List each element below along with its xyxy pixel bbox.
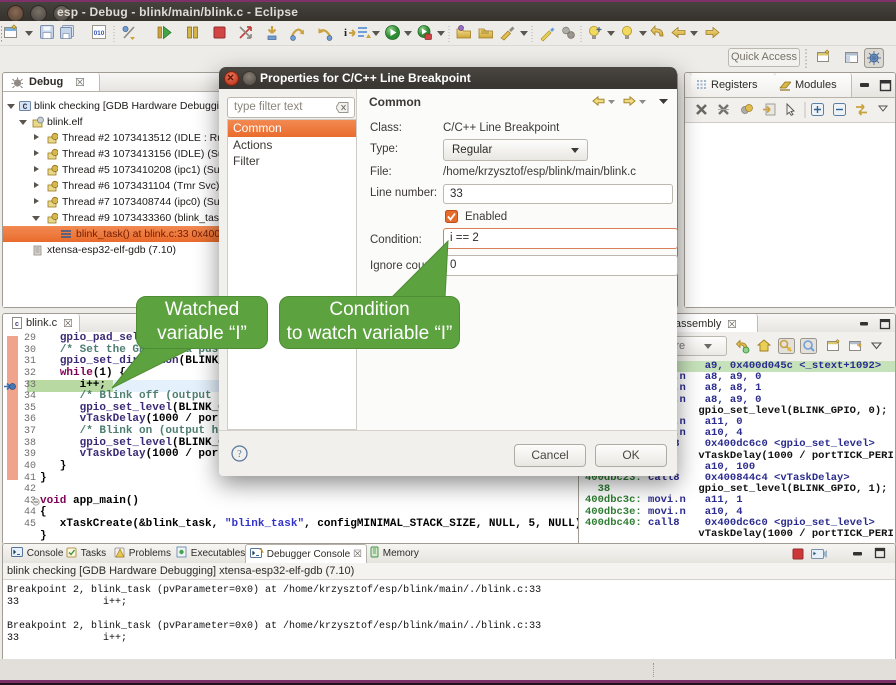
svg-text:c: c bbox=[15, 321, 19, 329]
svg-text:?: ? bbox=[237, 449, 242, 460]
svg-text:i: i bbox=[344, 27, 347, 39]
svg-text:C: C bbox=[23, 103, 28, 112]
svg-text:010: 010 bbox=[94, 30, 105, 37]
